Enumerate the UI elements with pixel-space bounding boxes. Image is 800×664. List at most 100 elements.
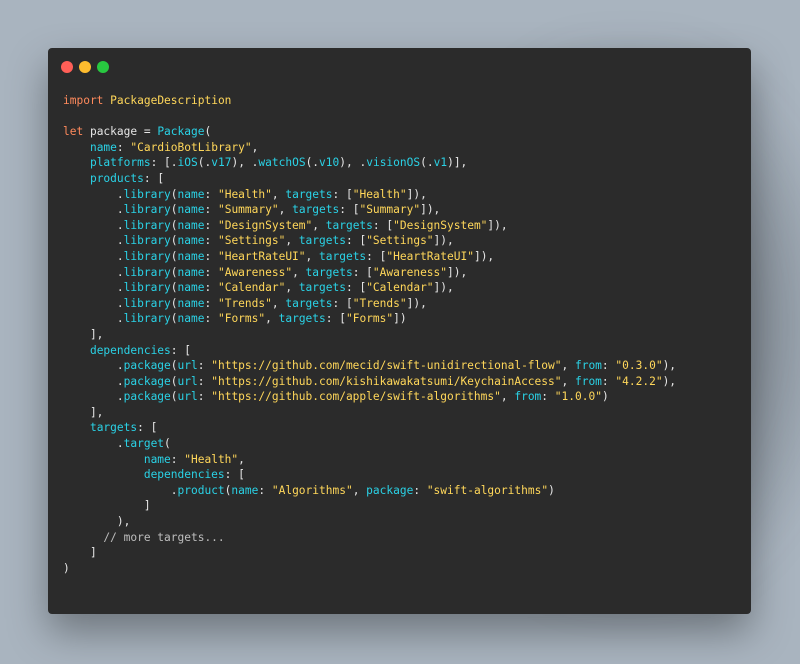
code-token: targets [292, 203, 340, 217]
code-token: : [197, 390, 212, 404]
code-token: targets [298, 281, 346, 295]
code-token: ]), [433, 234, 454, 248]
code-token: library [123, 187, 171, 201]
code-line: ], [63, 405, 676, 421]
code-line: targets: [ [63, 420, 676, 436]
code-token: . [63, 187, 124, 201]
code-line: .product(name: "Algorithms", package: "s… [63, 483, 676, 499]
code-token: v10 [319, 156, 340, 170]
code-token: : [204, 296, 218, 310]
code-token: : [ [339, 203, 360, 217]
code-token: , [278, 203, 293, 217]
code-token: ]), [420, 203, 441, 217]
code-token: package [123, 359, 171, 373]
code-token: library [123, 281, 171, 295]
code-token: . [63, 265, 124, 279]
close-button[interactable] [61, 61, 73, 73]
code-token: : [601, 359, 616, 373]
code-token: import [63, 94, 104, 107]
code-token: "CardioBotLibrary" [130, 140, 252, 154]
code-token: , [305, 249, 320, 263]
code-token: : [. [150, 156, 178, 170]
code-token: "Health" [184, 452, 239, 466]
code-token: : [ [325, 312, 346, 326]
code-token: name [177, 218, 205, 232]
code-token: ]), [447, 265, 468, 279]
code-token: "Trends" [217, 296, 272, 310]
code-token: ( [170, 249, 178, 263]
code-token: ( [170, 187, 178, 201]
code-token: name [89, 140, 117, 154]
code-token: package [123, 390, 171, 404]
code-line: // more targets... [63, 530, 676, 546]
code-token: ]), [433, 281, 454, 295]
code-token: , [251, 140, 259, 154]
code-line: .library(name: "Forms", targets: ["Forms… [63, 311, 676, 327]
code-line: ], [63, 327, 676, 343]
code-token: : [ [332, 296, 353, 310]
code-token: : [ [332, 187, 353, 201]
code-token: targets [305, 265, 353, 279]
code-token: "Calendar" [217, 281, 286, 295]
code-token: : [ [170, 343, 191, 357]
code-line: .package(url: "https://github.com/kishik… [63, 374, 676, 390]
code-token: visionOS [366, 156, 421, 170]
code-token: ( [204, 125, 212, 139]
code-token: ( [170, 234, 178, 248]
code-token: ] [63, 546, 97, 560]
code-token: : [197, 374, 212, 388]
code-token: library [123, 234, 171, 248]
code-token: name [177, 203, 205, 217]
code-token: : [116, 140, 131, 154]
code-token: ) [548, 483, 555, 497]
code-token: ] [63, 499, 151, 513]
code-line: .target( [63, 436, 676, 452]
code-token: "1.0.0" [554, 390, 602, 404]
minimize-button[interactable] [79, 61, 91, 73]
code-token: : [ [366, 249, 387, 263]
code-token: "Health" [352, 187, 407, 201]
code-token: : [204, 281, 218, 295]
code-token: "Awareness" [372, 265, 448, 279]
code-token: . [63, 390, 124, 404]
code-token: library [123, 265, 171, 279]
code-token: from [574, 359, 602, 373]
code-token: "Summary" [217, 203, 279, 217]
code-token: . [63, 437, 124, 451]
code-token: . [63, 374, 124, 388]
code-token: v17 [211, 156, 232, 170]
code-token: name [143, 452, 171, 466]
code-token: platforms [89, 156, 151, 170]
zoom-button[interactable] [97, 61, 109, 73]
code-token: : [204, 218, 218, 232]
code-token: ) [601, 390, 609, 404]
code-token: dependencies [89, 343, 171, 357]
code-token: : [413, 483, 427, 497]
code-token: . [63, 234, 124, 248]
code-token: products [89, 171, 144, 185]
code-token: "https://github.com/mecid/swift-unidirec… [211, 359, 562, 373]
code-token: : [170, 452, 185, 466]
code-token: product [177, 483, 225, 497]
code-token: , [265, 312, 279, 326]
code-token: targets [89, 421, 138, 435]
code-line: dependencies: [ [63, 467, 676, 483]
code-token: , [271, 296, 286, 310]
code-token: library [123, 218, 171, 232]
code-token: "HeartRateUI" [386, 249, 474, 263]
code-token: v1 [433, 156, 448, 170]
code-token: url [177, 390, 198, 404]
code-token: iOS [177, 156, 198, 170]
code-line: dependencies: [ [63, 343, 676, 359]
code-line: .library(name: "Awareness", targets: ["A… [63, 265, 676, 281]
code-token: ], [63, 327, 104, 341]
code-token: ( [170, 218, 178, 232]
code-token: : [ [352, 265, 373, 279]
code-token: name [177, 265, 205, 279]
code-token: "Algorithms" [271, 483, 353, 497]
code-token: dependencies [143, 468, 225, 482]
